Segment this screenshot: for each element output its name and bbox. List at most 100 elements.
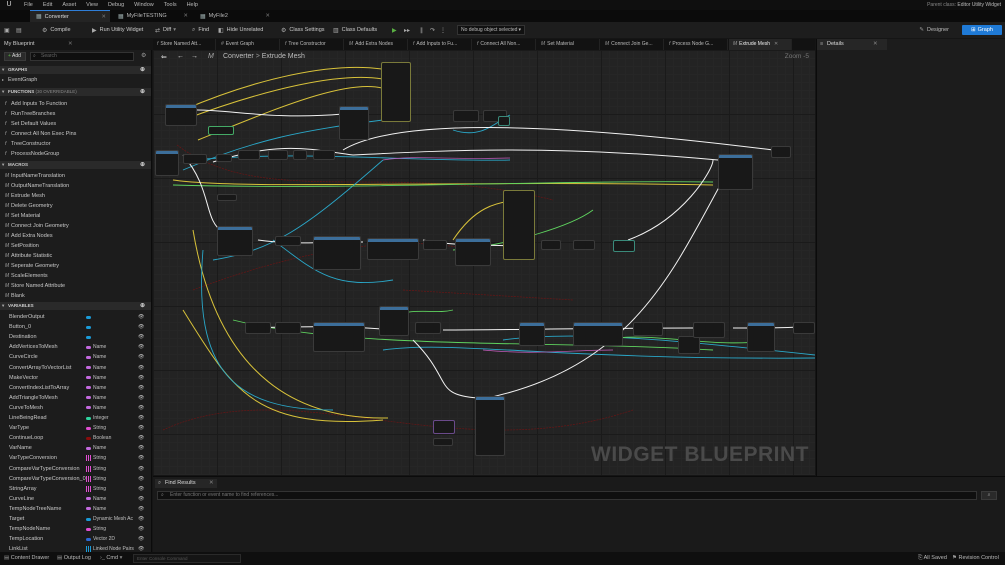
graph-node[interactable] (379, 306, 409, 336)
macro-item[interactable]: M Seperate Geometry (0, 261, 151, 271)
visibility-eye-icon[interactable]: 👁 (138, 393, 144, 403)
variable-item[interactable]: TempLocation Vector 2D 👁 (0, 534, 151, 544)
variable-type-pill-icon[interactable] (86, 345, 91, 349)
variable-type-pill-icon[interactable] (86, 497, 91, 501)
macro-item[interactable]: M Store Named Attribute (0, 281, 151, 291)
graph-node[interactable] (433, 420, 455, 434)
variable-type[interactable]: Integer (93, 413, 109, 423)
find-references-input[interactable]: ⌕ Enter function or event name to find r… (157, 491, 977, 500)
graph-node[interactable] (381, 62, 411, 122)
graph-node[interactable] (475, 396, 505, 456)
variable-item[interactable]: CurveToMesh Name 👁 (0, 403, 151, 413)
close-icon[interactable]: ✕ (265, 13, 270, 19)
graph-tab-set-material[interactable]: M Set Material (537, 39, 600, 50)
visibility-eye-icon[interactable]: 👁 (138, 403, 144, 413)
macro-item[interactable]: M Delete Geometry (0, 201, 151, 211)
variable-type-pill-icon[interactable] (86, 436, 91, 440)
visibility-eye-icon[interactable]: 👁 (138, 373, 144, 383)
variable-item[interactable]: AddTriangleToMesh Name 👁 (0, 393, 151, 403)
variables-section-header[interactable]: ▾ VARIABLES ⊕ (0, 302, 151, 310)
parent-class-value[interactable]: Editor Utility Widget (957, 2, 1001, 8)
graph-node[interactable] (573, 240, 595, 250)
close-icon[interactable]: ✕ (101, 14, 106, 20)
variable-type[interactable]: String (93, 423, 106, 433)
step-button[interactable]: ▸▸ (404, 25, 413, 35)
add-graph-icon[interactable]: ⊕ (140, 66, 145, 74)
graph-node[interactable] (155, 150, 179, 176)
variable-type[interactable]: String (93, 524, 106, 534)
graph-node[interactable] (633, 322, 663, 336)
variable-type-pill-icon[interactable] (86, 376, 91, 380)
step-over-button[interactable]: ↷ (430, 25, 438, 35)
graph-node[interactable] (367, 238, 419, 260)
variable-item[interactable]: AddVerticesToMesh Name 👁 (0, 342, 151, 352)
graph-node[interactable] (268, 150, 288, 160)
variable-item[interactable]: TempNodeName String 👁 (0, 524, 151, 534)
content-drawer-button[interactable]: ▤ Content Drawer (4, 555, 49, 561)
class-defaults-button[interactable]: ▥ Class Defaults (333, 25, 377, 35)
graph-node[interactable] (693, 322, 725, 338)
visibility-eye-icon[interactable]: 👁 (138, 514, 144, 524)
variable-type-pill-icon[interactable] (86, 406, 91, 410)
add-macro-icon[interactable]: ⊕ (140, 161, 145, 169)
graph-button[interactable]: ⊞ Graph (962, 25, 1002, 35)
visibility-eye-icon[interactable]: 👁 (138, 534, 144, 544)
array-type-icon[interactable] (86, 485, 91, 492)
function-item[interactable]: f Connect All Non Exec Pins (0, 129, 151, 139)
graph-canvas[interactable]: ⇐ ← → M Converter > Extrude Mesh Zoom -5 (153, 50, 815, 475)
designer-button[interactable]: ✎ Designer (915, 25, 953, 35)
graph-node[interactable] (183, 154, 207, 164)
my-blueprint-tab[interactable]: My Blueprint ✕ (0, 39, 152, 50)
run-utility-widget-button[interactable]: ▶ Run Utility Widget (92, 25, 143, 35)
graph-node[interactable] (573, 322, 623, 346)
variable-type[interactable]: String (93, 474, 106, 484)
variable-item[interactable]: TempNodeTreeName Name 👁 (0, 504, 151, 514)
close-icon[interactable]: ✕ (209, 479, 214, 488)
graph-tab-event-graph[interactable]: # Event Graph (217, 39, 280, 50)
variable-item[interactable]: CompareVarTypeConversion String 👁 (0, 464, 151, 474)
functions-section-header[interactable]: ▾ FUNCTIONS (30 OVERRIDABLE) ⊕ (0, 88, 151, 96)
class-settings-button[interactable]: ⚙ Class Settings (281, 25, 325, 35)
variable-type[interactable]: String (93, 464, 106, 474)
doc-tab-converter[interactable]: ▦ Converter ✕ (30, 10, 110, 22)
variable-type[interactable]: Name (93, 342, 106, 352)
graph-node[interactable] (293, 150, 307, 160)
graph-tab-add-inputs-to-function[interactable]: f Add Inputs to Fu... (409, 39, 472, 50)
graph-node[interactable] (771, 146, 791, 158)
more-options-button[interactable]: ⋮ (440, 25, 449, 35)
console-command-input[interactable]: Enter Console Command (133, 554, 241, 563)
visibility-eye-icon[interactable]: 👁 (138, 312, 144, 322)
variable-type-pill-icon[interactable] (86, 325, 91, 329)
graph-node[interactable] (313, 150, 335, 160)
variable-type-pill-icon[interactable] (86, 366, 91, 369)
visibility-eye-icon[interactable]: 👁 (138, 504, 144, 514)
graph-tab-store-named-attribute[interactable]: f Store Named Att... (153, 39, 216, 50)
macro-item[interactable]: M ScaleElements (0, 271, 151, 281)
variable-type[interactable]: Name (93, 494, 106, 504)
variable-item[interactable]: ConvertIndexListToArray Name 👁 (0, 383, 151, 393)
variable-type[interactable]: Name (93, 393, 106, 403)
details-tab[interactable]: ≡ Details ✕ (817, 39, 887, 50)
graphs-section-header[interactable]: ▾ GRAPHS ⊕ (0, 66, 151, 74)
function-item[interactable]: f Set Default Values (0, 119, 151, 129)
variable-type[interactable]: String (93, 453, 106, 463)
graph-node[interactable] (165, 104, 197, 126)
graph-node[interactable] (453, 110, 479, 122)
graph-node[interactable] (423, 240, 447, 250)
variable-item[interactable]: Destination 👁 (0, 332, 151, 342)
visibility-eye-icon[interactable]: 👁 (138, 524, 144, 534)
variable-type[interactable]: Name (93, 373, 106, 383)
variable-item[interactable]: CurveLine Name 👁 (0, 494, 151, 504)
array-type-icon[interactable] (86, 455, 91, 462)
graph-node[interactable] (208, 126, 234, 135)
variable-type[interactable]: Name (93, 443, 106, 453)
graph-node[interactable] (519, 322, 545, 346)
variable-type-pill-icon[interactable] (86, 426, 91, 430)
variable-type-pill-icon[interactable] (86, 537, 91, 541)
variable-type[interactable]: Boolean (93, 433, 111, 443)
macro-item[interactable]: M Extrude Mesh (0, 191, 151, 201)
visibility-eye-icon[interactable]: 👁 (138, 443, 144, 453)
variable-type[interactable]: Name (93, 383, 106, 393)
visibility-eye-icon[interactable]: 👁 (138, 332, 144, 342)
find-results-tab[interactable]: ⌕ Find Results ✕ (155, 479, 217, 488)
